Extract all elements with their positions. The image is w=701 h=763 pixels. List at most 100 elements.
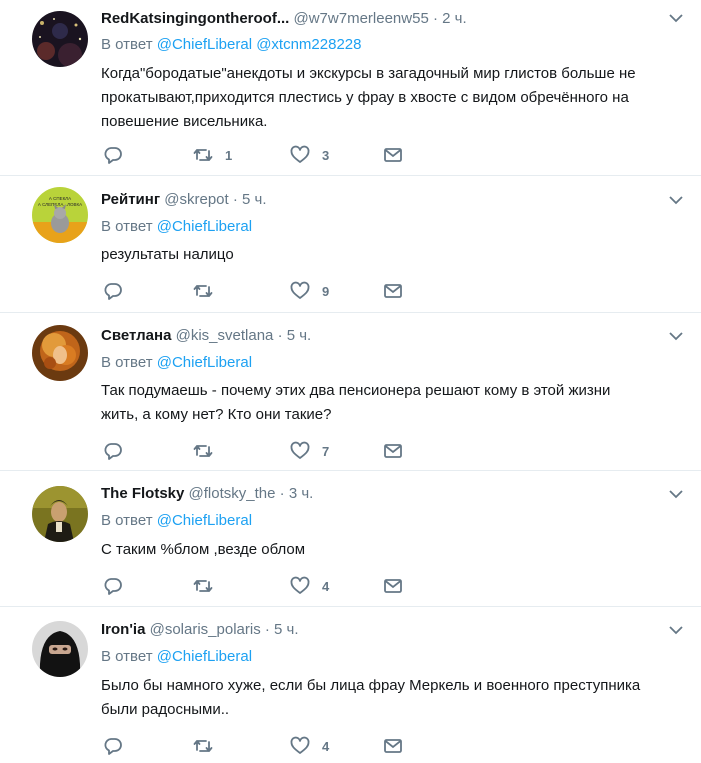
dm-button[interactable] <box>383 440 403 462</box>
reply-context: В ответ @ChiefLiberal @xtcnm228228 <box>101 35 361 55</box>
reply-button[interactable] <box>103 440 123 462</box>
reply-context: В ответ @ChiefLiberal <box>101 353 252 373</box>
reply-button[interactable] <box>103 575 123 597</box>
reply-icon <box>104 578 122 595</box>
retweet-icon <box>193 285 213 297</box>
retweet-icon <box>193 740 213 752</box>
tweet[interactable]: Iron'ia @solaris_polaris · 5 ч. В ответ … <box>0 607 701 763</box>
tweet-time[interactable]: 5 ч. <box>242 191 267 208</box>
avatar[interactable] <box>32 486 88 542</box>
avatar-caption: А СПЕКЛА <box>49 196 71 201</box>
retweet-button[interactable] <box>193 735 225 757</box>
heart-icon <box>290 576 310 594</box>
retweet-icon <box>193 445 213 457</box>
mail-icon <box>384 284 402 298</box>
dm-button[interactable] <box>383 144 403 166</box>
separator-dot: · <box>432 10 438 27</box>
retweet-icon <box>193 580 213 592</box>
like-count: 9 <box>322 283 330 299</box>
mention-link[interactable]: @ChiefLiberal <box>157 218 252 235</box>
mention-link[interactable]: @ChiefLiberal <box>157 354 252 371</box>
tweet-time[interactable]: 2 ч. <box>442 10 467 27</box>
tweet[interactable]: Светлана @kis_svetlana · 5 ч. В ответ @C… <box>0 313 701 471</box>
display-name[interactable]: Iron'ia <box>101 621 145 638</box>
reply-context: В ответ @ChiefLiberal <box>101 647 252 667</box>
mail-icon <box>384 444 402 458</box>
mail-icon <box>384 739 402 753</box>
user-handle[interactable]: @kis_svetlana <box>176 327 274 344</box>
mention-link[interactable]: @ChiefLiberal <box>157 512 252 529</box>
reply-icon <box>104 147 122 164</box>
like-button[interactable]: 9 <box>290 280 329 302</box>
chevron-down-icon[interactable] <box>669 13 683 23</box>
heart-icon <box>290 145 310 163</box>
like-count: 4 <box>322 738 330 754</box>
avatar-caption: А СЛЕПЕЛА...ЛОВКА <box>38 202 82 207</box>
mail-icon <box>384 148 402 162</box>
tweet-text: С таким %блом ,везде облом <box>101 538 681 562</box>
tweet-text: Когда"бородатые"анекдоты и экскурсы в за… <box>101 62 681 134</box>
user-handle[interactable]: @skrepot <box>164 191 228 208</box>
heart-icon <box>290 736 310 754</box>
like-button[interactable]: 4 <box>290 575 329 597</box>
mail-icon <box>384 579 402 593</box>
avatar[interactable] <box>32 325 88 381</box>
tweet-text-line: Когда"бородатые"анекдоты и экскурсы в за… <box>101 65 636 82</box>
reply-icon <box>104 443 122 460</box>
user-handle[interactable]: @w7w7merleenw55 <box>294 10 429 27</box>
mention-link[interactable]: @ChiefLiberal @xtcnm228228 <box>157 36 362 53</box>
user-handle[interactable]: @flotsky_the <box>189 485 276 502</box>
tweet[interactable]: А СПЕКЛА А СЛЕПЕЛА...ЛОВКА Рейтинг @skre… <box>0 176 701 313</box>
retweet-button[interactable] <box>193 280 225 302</box>
tweet[interactable]: The Flotsky @flotsky_the · 3 ч. В ответ … <box>0 471 701 607</box>
like-button[interactable]: 7 <box>290 440 329 462</box>
display-name[interactable]: The Flotsky <box>101 485 184 502</box>
avatar[interactable] <box>32 11 88 67</box>
reply-prefix: В ответ <box>101 648 153 665</box>
dm-button[interactable] <box>383 735 403 757</box>
avatar[interactable] <box>32 621 88 677</box>
tweet-text-line: С таким %блом ,везде облом <box>101 541 306 558</box>
avatar[interactable]: А СПЕКЛА А СЛЕПЕЛА...ЛОВКА <box>32 187 88 243</box>
heart-icon <box>290 281 310 299</box>
chevron-down-icon[interactable] <box>669 489 683 499</box>
like-count: 3 <box>322 147 330 163</box>
tweet-time[interactable]: 3 ч. <box>289 485 314 502</box>
reply-button[interactable] <box>103 144 123 166</box>
separator-dot: · <box>232 191 238 208</box>
dm-button[interactable] <box>383 575 403 597</box>
tweet-time[interactable]: 5 ч. <box>274 621 299 638</box>
separator-dot: · <box>277 327 283 344</box>
retweet-button[interactable]: 1 <box>193 144 232 166</box>
reply-button[interactable] <box>103 735 123 757</box>
reply-button[interactable] <box>103 280 123 302</box>
like-button[interactable]: 3 <box>290 144 329 166</box>
retweet-icon <box>193 149 213 161</box>
mention-link[interactable]: @ChiefLiberal <box>157 648 252 665</box>
tweet-time[interactable]: 5 ч. <box>287 327 312 344</box>
display-name[interactable]: Рейтинг <box>101 191 160 208</box>
chevron-down-icon[interactable] <box>669 625 683 635</box>
chevron-down-icon[interactable] <box>669 331 683 341</box>
tweet[interactable]: RedKatsingingontheroof... @w7w7merleenw5… <box>0 0 701 176</box>
user-handle[interactable]: @solaris_polaris <box>150 621 261 638</box>
tweet-text: Так подумаешь - почему этих два пенсионе… <box>101 379 681 427</box>
heart-icon <box>290 441 310 459</box>
tweet-text-line: повешение висельника. <box>101 113 268 130</box>
reply-prefix: В ответ <box>101 218 153 235</box>
like-count: 7 <box>322 443 330 459</box>
tweet-text-line: Так подумаешь - почему этих два пенсионе… <box>101 382 611 399</box>
display-name[interactable]: Светлана <box>101 327 171 344</box>
like-button[interactable]: 4 <box>290 735 329 757</box>
retweet-button[interactable] <box>193 440 225 462</box>
tweet-text-line: были радосными.. <box>101 701 230 718</box>
reply-prefix: В ответ <box>101 354 153 371</box>
tweet-text: Было бы намного хуже, если бы лица фрау … <box>101 674 681 722</box>
tweet-text-line: жить, а кому нет? Кто они такие? <box>101 406 332 423</box>
retweet-button[interactable] <box>193 575 225 597</box>
dm-button[interactable] <box>383 280 403 302</box>
like-count: 4 <box>322 578 330 594</box>
chevron-down-icon[interactable] <box>669 195 683 205</box>
display-name[interactable]: RedKatsingingontheroof... <box>101 10 289 27</box>
separator-dot: · <box>279 485 285 502</box>
